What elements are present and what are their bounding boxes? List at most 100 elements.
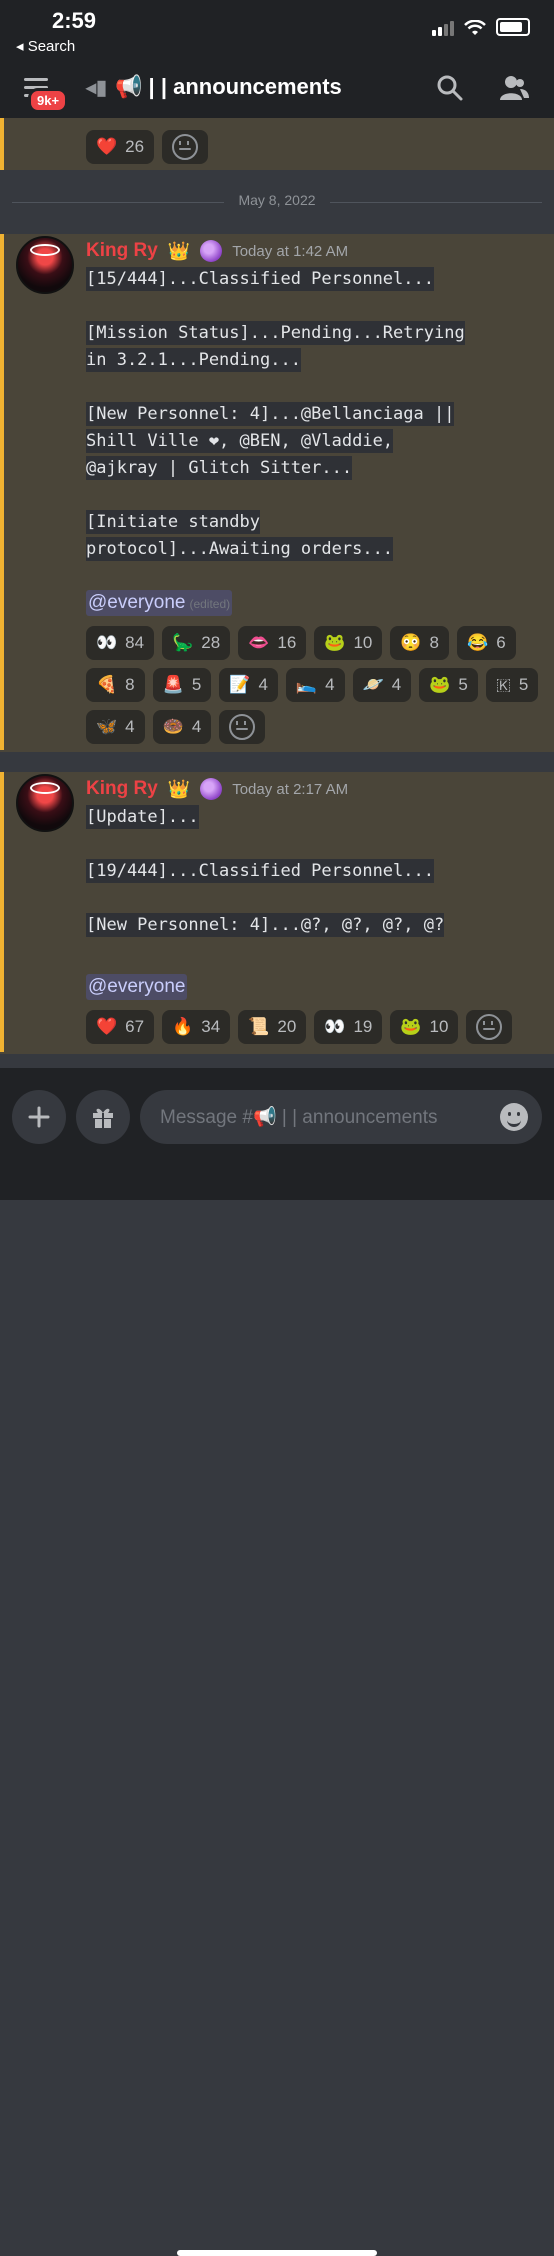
- reaction-chip[interactable]: 📜 20: [238, 1010, 307, 1044]
- highlight-bar: [0, 772, 4, 1052]
- reaction-count: 5: [458, 675, 468, 694]
- back-to-search-link[interactable]: ◂ Search: [16, 37, 75, 55]
- reaction-chip[interactable]: 📝 4: [219, 668, 278, 702]
- reaction-chip[interactable]: 🇰 5: [485, 668, 539, 702]
- gift-icon: [93, 1108, 113, 1128]
- composer-bar: [0, 1068, 554, 2256]
- reaction-count: 10: [353, 633, 373, 652]
- reaction-chip[interactable]: 🐸 5: [419, 668, 478, 702]
- members-icon[interactable]: [498, 74, 530, 102]
- reaction-chip[interactable]: 🔥 34: [162, 1010, 231, 1044]
- reaction-chip[interactable]: 🦋 4: [86, 710, 145, 744]
- reaction-emoji: 🔥: [172, 1017, 194, 1036]
- reaction-chip[interactable]: 🚨 5: [152, 668, 212, 702]
- message-header: King Ry 👑 Today at 2:17 AM: [86, 778, 348, 800]
- crown-icon: 👑: [167, 778, 191, 799]
- date-separator-text: May 8, 2022: [238, 192, 316, 208]
- message-timestamp: Today at 2:17 AM: [232, 780, 349, 798]
- author-name[interactable]: King Ry: [86, 240, 158, 262]
- highlight-bar: [0, 234, 4, 750]
- reaction-chip[interactable]: 🛌 4: [285, 668, 345, 702]
- code-line: protocol]...Awaiting orders...: [86, 537, 394, 561]
- battery-icon: [496, 18, 530, 36]
- reaction-chip[interactable]: 🪐 4: [352, 668, 412, 702]
- message-feed[interactable]: ❤️ 26 May 8, 2022 King Ry 👑 Today at 1:4…: [0, 118, 554, 1068]
- message-input[interactable]: [158, 1090, 482, 1146]
- add-reaction-icon: [172, 134, 199, 160]
- author-name[interactable]: King Ry: [86, 778, 158, 800]
- reaction-chip[interactable]: ❤️ 67: [86, 1010, 155, 1044]
- message-header: King Ry 👑 Today at 1:42 AM: [86, 240, 348, 262]
- reaction-count: 34: [201, 1017, 221, 1036]
- reaction-emoji: 🚨: [162, 675, 184, 694]
- add-reaction-button[interactable]: [162, 130, 209, 164]
- avatar[interactable]: [16, 774, 74, 832]
- reaction-emoji: 🪐: [362, 675, 384, 694]
- gift-button[interactable]: [76, 1090, 130, 1144]
- reaction-count: 4: [191, 717, 202, 736]
- reaction-chip[interactable]: 😂 6: [457, 626, 516, 660]
- everyone-mention[interactable]: @everyone: [86, 974, 188, 1000]
- reaction-emoji: ❤️: [96, 137, 118, 156]
- reaction-emoji: 🍕: [96, 675, 118, 694]
- channel-name: 📢 | | announcements: [115, 74, 342, 99]
- reaction-emoji: ❤️: [96, 1017, 118, 1036]
- reaction-chip[interactable]: 👄 16: [238, 626, 307, 660]
- reaction-chip[interactable]: 🐸 10: [314, 626, 383, 660]
- reaction-chip[interactable]: ❤️ 26: [86, 130, 155, 164]
- avatar[interactable]: [16, 236, 74, 294]
- reaction-count: 84: [125, 633, 145, 652]
- signal-icon: [432, 21, 454, 36]
- reaction-emoji: 🐸: [324, 633, 346, 652]
- reaction-emoji: 🛌: [295, 675, 318, 694]
- unread-badge: 9k+: [28, 88, 69, 113]
- reaction-chip[interactable]: 😳 8: [390, 626, 450, 660]
- code-block: [Update]... [19/444]...Classified Person…: [86, 804, 445, 939]
- reaction-emoji: 🐸: [400, 1017, 422, 1036]
- reaction-count: 4: [325, 675, 335, 694]
- prev-message-reactions: ❤️ 26: [86, 130, 546, 164]
- code-line: in 3.2.1...Pending...: [86, 348, 301, 372]
- emoji-picker-icon[interactable]: [500, 1103, 528, 1131]
- reaction-count: 5: [191, 675, 202, 694]
- reaction-emoji: 👄: [248, 633, 270, 652]
- message-divider: [0, 1054, 554, 1068]
- reaction-count: 4: [391, 675, 402, 694]
- role-badge-icon: [200, 240, 223, 262]
- add-reaction-icon: [229, 714, 256, 740]
- plus-icon: [28, 1106, 50, 1128]
- message-divider: [0, 752, 554, 772]
- reaction-chip[interactable]: 🍩 4: [152, 710, 212, 744]
- search-icon[interactable]: [436, 74, 464, 102]
- announcement-channel-icon: ◂▮: [86, 76, 108, 99]
- reaction-emoji: 👀: [96, 633, 118, 652]
- message-timestamp: Today at 1:42 AM: [232, 242, 349, 260]
- reaction-chip[interactable]: 👀 19: [314, 1010, 383, 1044]
- edited-label: (edited): [189, 597, 231, 611]
- reaction-count: 8: [429, 633, 440, 652]
- highlight-bar: [0, 118, 4, 170]
- reaction-emoji: 😂: [467, 633, 489, 652]
- code-line: [Initiate standby: [86, 510, 260, 534]
- attach-button[interactable]: [12, 1090, 66, 1144]
- status-icons: [432, 18, 530, 36]
- code-line: [New Personnel: 4]...@Bellanciaga ||: [86, 402, 455, 426]
- reaction-chip[interactable]: 🍕 8: [86, 668, 145, 702]
- everyone-mention[interactable]: @everyone (edited): [86, 590, 233, 616]
- channel-header: 9k+ ◂▮ 📢 | | announcements: [0, 60, 554, 119]
- add-reaction-button[interactable]: [219, 710, 266, 744]
- message-reactions: ❤️ 67 🔥 34 📜 20 👀 19 🐸 10: [86, 1010, 546, 1044]
- reaction-emoji: 🦋: [96, 717, 118, 736]
- code-line: [Mission Status]...Pending...Retrying: [86, 321, 465, 345]
- reaction-emoji: 📝: [229, 675, 251, 694]
- reaction-chip[interactable]: 🐸 10: [390, 1010, 459, 1044]
- reaction-count: 4: [125, 717, 135, 736]
- reaction-count: 8: [125, 675, 135, 694]
- add-reaction-button[interactable]: [466, 1010, 513, 1044]
- reaction-chip[interactable]: 👀 84: [86, 626, 155, 660]
- reaction-chip[interactable]: 🦕 28: [162, 626, 231, 660]
- reaction-count: 10: [429, 1017, 449, 1036]
